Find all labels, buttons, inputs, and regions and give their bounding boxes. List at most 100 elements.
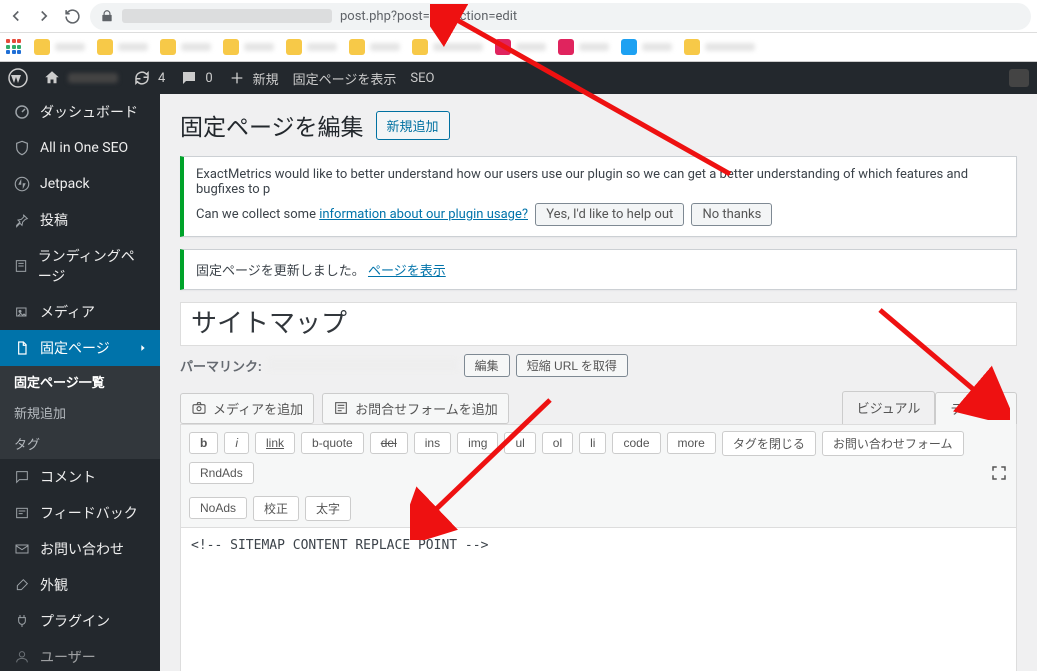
tool-ins[interactable]: ins xyxy=(414,432,451,454)
sidebar-item-posts[interactable]: 投稿 xyxy=(0,202,160,238)
tool-proofread[interactable]: 校正 xyxy=(253,496,299,521)
notice-updated: 固定ページを更新しました。 ページを表示 xyxy=(180,249,1017,290)
add-contact-form-label: お問合せフォームを追加 xyxy=(355,399,498,418)
sidebar-item-media[interactable]: メディア xyxy=(0,294,160,330)
url-bar[interactable]: post.php?post=17&action=edit xyxy=(90,3,1031,30)
bookmark-item[interactable] xyxy=(349,39,400,55)
sidebar-item-pages[interactable]: 固定ページ xyxy=(0,330,160,366)
tab-visual[interactable]: ビジュアル xyxy=(842,391,936,424)
tool-contactform[interactable]: お問い合わせフォーム xyxy=(822,431,964,456)
sidebar-item-users[interactable]: ユーザー xyxy=(0,639,160,671)
comments-link[interactable]: 0 xyxy=(179,68,212,88)
bookmark-item[interactable] xyxy=(34,39,85,55)
new-content-link[interactable]: 新規 xyxy=(227,68,279,88)
tool-i[interactable]: i xyxy=(224,432,249,454)
submenu-pages-add[interactable]: 新規追加 xyxy=(0,397,160,428)
sidebar-item-contact[interactable]: お問い合わせ xyxy=(0,531,160,567)
tool-code[interactable]: code xyxy=(612,432,660,454)
tool-rndads[interactable]: RndAds xyxy=(189,462,254,484)
tool-noads[interactable]: NoAds xyxy=(189,497,247,519)
post-title-input[interactable] xyxy=(180,302,1017,346)
pin-icon xyxy=(12,210,32,230)
media-icon xyxy=(12,302,32,322)
brush-icon xyxy=(12,575,32,595)
sidebar-item-feedback[interactable]: フィードバック xyxy=(0,495,160,531)
add-media-label: メディアを追加 xyxy=(213,399,303,418)
help-out-button[interactable]: Yes, I'd like to help out xyxy=(535,203,684,226)
sidebar-item-jetpack[interactable]: Jetpack xyxy=(0,166,160,202)
bookmark-item[interactable] xyxy=(286,39,337,55)
apps-icon[interactable] xyxy=(6,39,22,55)
tab-text[interactable]: テキスト xyxy=(935,392,1017,425)
tool-bquote[interactable]: b-quote xyxy=(301,432,364,454)
sidebar-item-landing[interactable]: ランディングページ xyxy=(0,238,160,294)
reload-button[interactable] xyxy=(62,6,82,26)
add-new-button[interactable]: 新規追加 xyxy=(376,111,450,140)
wp-admin-bar: 4 0 新規 固定ページを表示 SEO xyxy=(0,62,1037,94)
chevron-right-icon xyxy=(138,343,148,353)
sidebar-item-label: メディア xyxy=(40,302,95,322)
editor-tabs: ビジュアル テキスト xyxy=(842,391,1017,424)
home-icon[interactable] xyxy=(42,68,118,88)
bookmark-item[interactable] xyxy=(495,39,546,55)
mail-icon xyxy=(12,539,32,559)
tool-bold2[interactable]: 太字 xyxy=(305,496,351,521)
url-path: post.php?post=17&action=edit xyxy=(340,9,517,24)
bookmark-item[interactable] xyxy=(412,39,483,55)
notification-icon[interactable] xyxy=(1009,69,1029,87)
bookmark-item[interactable] xyxy=(558,39,609,55)
wp-logo-icon[interactable] xyxy=(8,68,28,88)
sidebar-item-dashboard[interactable]: ダッシュボード xyxy=(0,94,160,130)
tool-ol[interactable]: ol xyxy=(542,432,573,454)
bookmark-item[interactable] xyxy=(684,39,755,55)
site-name-redacted xyxy=(68,73,118,83)
camera-icon xyxy=(191,400,207,416)
tool-link[interactable]: link xyxy=(255,432,295,454)
fullscreen-icon[interactable] xyxy=(990,464,1008,482)
comment-icon xyxy=(12,467,32,487)
seo-link[interactable]: SEO xyxy=(410,71,434,86)
tool-b[interactable]: b xyxy=(189,432,218,454)
sidebar-item-plugins[interactable]: プラグイン xyxy=(0,603,160,639)
permalink-edit-button[interactable]: 編集 xyxy=(464,354,510,377)
lock-icon xyxy=(100,9,114,23)
add-contact-form-button[interactable]: お問合せフォームを追加 xyxy=(322,393,509,424)
updates-count: 4 xyxy=(158,71,165,86)
submenu-pages-tags[interactable]: タグ xyxy=(0,428,160,459)
view-page-link[interactable]: 固定ページを表示 xyxy=(293,69,397,88)
updates-link[interactable]: 4 xyxy=(132,68,165,88)
sidebar-item-aioseo[interactable]: All in One SEO xyxy=(0,130,160,166)
sidebar-item-comments[interactable]: コメント xyxy=(0,459,160,495)
comments-count: 0 xyxy=(205,71,212,86)
view-page-link[interactable]: ページを表示 xyxy=(368,264,446,279)
sidebar-item-label: お問い合わせ xyxy=(40,539,124,559)
add-media-button[interactable]: メディアを追加 xyxy=(180,393,314,424)
sidebar-item-label: 固定ページ xyxy=(40,338,110,358)
editor-textarea[interactable]: <!-- SITEMAP CONTENT REPLACE POINT --> xyxy=(180,527,1017,671)
tool-del[interactable]: del xyxy=(370,432,408,454)
back-button[interactable] xyxy=(6,6,26,26)
plug-icon xyxy=(12,611,32,631)
feedback-icon xyxy=(12,503,32,523)
sidebar-item-label: プラグイン xyxy=(40,611,110,631)
notice-text2: Can we collect some xyxy=(196,207,319,222)
forward-button[interactable] xyxy=(34,6,54,26)
browser-nav: post.php?post=17&action=edit xyxy=(0,0,1037,33)
sidebar-item-appearance[interactable]: 外観 xyxy=(0,567,160,603)
notice-link[interactable]: information about our plugin usage? xyxy=(319,207,528,222)
sidebar-item-label: コメント xyxy=(40,467,96,487)
permalink-row: パーマリンク: 編集 短縮 URL を取得 xyxy=(180,354,1017,377)
tool-img[interactable]: img xyxy=(457,432,498,454)
submenu-pages-list[interactable]: 固定ページ一覧 xyxy=(0,366,160,397)
tool-closetags[interactable]: タグを閉じる xyxy=(722,431,816,456)
bookmark-item[interactable] xyxy=(160,39,211,55)
tool-li[interactable]: li xyxy=(579,432,606,454)
no-thanks-button[interactable]: No thanks xyxy=(691,203,772,226)
tool-more[interactable]: more xyxy=(667,432,716,454)
bookmark-item[interactable] xyxy=(621,39,672,55)
seo-label: SEO xyxy=(410,71,434,86)
tool-ul[interactable]: ul xyxy=(504,432,535,454)
short-url-button[interactable]: 短縮 URL を取得 xyxy=(516,354,628,377)
bookmark-item[interactable] xyxy=(97,39,148,55)
bookmark-item[interactable] xyxy=(223,39,274,55)
